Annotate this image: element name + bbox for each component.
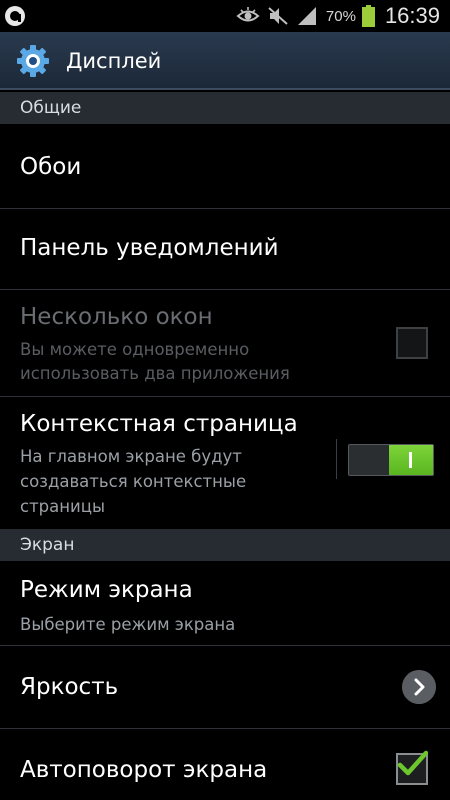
section-title: Экран: [20, 535, 75, 555]
setting-title: Автоповорот экрана: [20, 757, 268, 783]
toggle-separator: [336, 439, 337, 479]
section-header-screen: Экран: [0, 529, 450, 561]
setting-title: Яркость: [20, 674, 119, 700]
chevron-right-icon[interactable]: [402, 670, 436, 704]
setting-summary: Вы можете одновременно: [20, 340, 250, 359]
setting-title: Несколько окон: [20, 304, 213, 330]
checkmark-icon: [397, 750, 428, 776]
mute-icon: [268, 7, 288, 25]
setting-wallpaper[interactable]: Обои: [0, 124, 450, 208]
setting-title: Контекстная страница: [20, 411, 298, 437]
section-header-general: Общие: [0, 92, 450, 124]
setting-auto-rotate[interactable]: Автоповорот экрана: [0, 729, 450, 800]
battery-percent: 70%: [325, 7, 356, 25]
setting-title: Панель уведомлений: [20, 235, 279, 261]
setting-screen-mode[interactable]: Режим экрана Выберите режим экрана: [0, 561, 450, 645]
toggle-knob: [389, 445, 433, 475]
multi-window-checkbox[interactable]: [396, 327, 428, 359]
status-bar: 70% 16:39: [0, 0, 450, 32]
setting-context-page[interactable]: Контекстная страница На главном экране б…: [0, 397, 450, 529]
battery-icon: [361, 5, 375, 27]
context-page-toggle[interactable]: [348, 444, 434, 476]
eye-icon: [236, 7, 260, 22]
setting-summary: На главном экране будут: [20, 447, 242, 466]
clock: 16:39: [384, 3, 440, 28]
section-title: Общие: [20, 98, 82, 118]
setting-summary: создаваться контекстные: [20, 472, 247, 491]
gear-icon[interactable]: [16, 44, 50, 78]
action-bar: Дисплей: [0, 32, 450, 90]
auto-rotate-checkbox[interactable]: [396, 750, 428, 785]
page-title: Дисплей: [66, 49, 162, 73]
setting-title: Режим экрана: [20, 577, 193, 603]
setting-title: Обои: [20, 154, 82, 180]
app-indicator-icon: [5, 6, 25, 26]
setting-summary: Выберите режим экрана: [20, 615, 236, 634]
setting-summary: страницы: [20, 497, 106, 516]
setting-summary: использовать два приложения: [20, 364, 290, 383]
setting-multi-window[interactable]: Несколько окон Вы можете одновременно ис…: [0, 290, 450, 396]
setting-notification-panel[interactable]: Панель уведомлений: [0, 209, 450, 289]
signal-icon: [297, 7, 316, 25]
setting-brightness[interactable]: Яркость: [0, 646, 450, 728]
